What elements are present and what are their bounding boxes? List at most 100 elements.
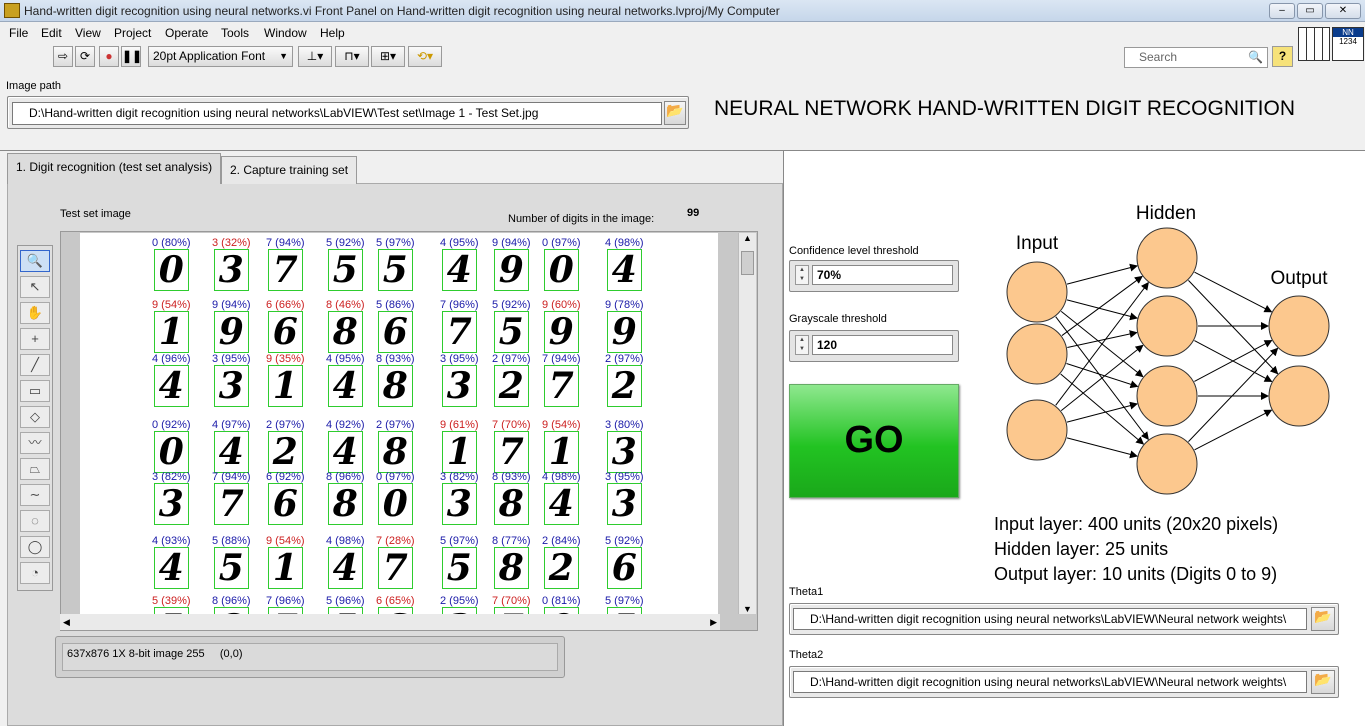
digit-detection: 4 (98%) 4 bbox=[605, 237, 644, 291]
prediction-label: 0 (97%) bbox=[542, 237, 581, 249]
digit-bounding-box: 2 bbox=[441, 607, 477, 614]
font-dropdown[interactable]: 20pt Application Font ▼ bbox=[148, 46, 293, 67]
rectangle-tool-icon[interactable]: ▭ bbox=[20, 380, 50, 402]
distribute-objects-button[interactable]: ⊓▾ bbox=[335, 46, 369, 67]
scroll-down-icon[interactable]: ▼ bbox=[739, 604, 756, 614]
prediction-label: 5 (88%) bbox=[212, 535, 251, 547]
labview-icon bbox=[4, 3, 20, 18]
theta2-browse-icon[interactable]: 📂 bbox=[1311, 670, 1335, 694]
run-continuously-button[interactable]: ⟳ bbox=[75, 46, 95, 67]
scroll-up-icon[interactable]: ▲ bbox=[739, 233, 756, 243]
digit-bounding-box: 3 bbox=[213, 249, 249, 291]
confidence-input[interactable]: 70% bbox=[812, 265, 953, 285]
abort-button[interactable]: ● bbox=[99, 46, 119, 67]
prediction-label: 5 (92%) bbox=[605, 535, 644, 547]
scroll-thumb[interactable] bbox=[741, 251, 754, 275]
reorder-button[interactable]: ⟲▾ bbox=[408, 46, 442, 67]
line-tool-icon[interactable]: ╱ bbox=[20, 354, 50, 376]
menu-view[interactable]: View bbox=[75, 26, 101, 40]
connection bbox=[1061, 275, 1143, 336]
align-objects-button[interactable]: ⊥▾ bbox=[298, 46, 332, 67]
digit-detection: 3 (95%) 3 bbox=[605, 471, 644, 525]
run-button[interactable]: ⇨ bbox=[53, 46, 73, 67]
prediction-label: 3 (95%) bbox=[440, 353, 479, 365]
prediction-label: 9 (60%) bbox=[542, 299, 581, 311]
image-path-input[interactable]: D:\Hand-written digit recognition using … bbox=[12, 102, 662, 125]
menu-edit[interactable]: Edit bbox=[41, 26, 62, 40]
prediction-label: 3 (95%) bbox=[605, 471, 644, 483]
menu-project[interactable]: Project bbox=[114, 26, 151, 40]
vertical-scrollbar[interactable]: ▲ ▼ bbox=[738, 233, 756, 614]
prediction-label: 2 (95%) bbox=[440, 595, 479, 607]
freehand-tool-icon[interactable]: ∼ bbox=[20, 484, 50, 506]
digit-detection: 7 (94%) 7 bbox=[212, 471, 251, 525]
scroll-left-icon[interactable]: ◀ bbox=[60, 617, 70, 627]
digit-bounding-box: 7 bbox=[543, 365, 579, 407]
menu-tools[interactable]: Tools bbox=[221, 26, 249, 40]
theta1-input[interactable]: D:\Hand-written digit recognition using … bbox=[793, 608, 1307, 630]
prediction-label: 5 (97%) bbox=[376, 237, 415, 249]
theta1-browse-icon[interactable]: 📂 bbox=[1311, 607, 1335, 631]
test-set-image[interactable]: 0 (80%) 0 3 (32%) 3 7 (94%) 7 5 (92%) 5 5 (97%) 5… bbox=[80, 233, 718, 614]
help-button[interactable]: ? bbox=[1272, 46, 1293, 67]
theta2-input[interactable]: D:\Hand-written digit recognition using … bbox=[793, 671, 1307, 693]
connection bbox=[1067, 330, 1138, 348]
menu-window[interactable]: Window bbox=[264, 26, 307, 40]
digit-bounding-box: 1 bbox=[267, 547, 303, 589]
menu-file[interactable]: File bbox=[9, 26, 28, 40]
browse-folder-icon[interactable]: 📂 bbox=[664, 101, 686, 125]
menu-help[interactable]: Help bbox=[320, 26, 345, 40]
digit-detection: 9 (54%) 1 bbox=[266, 535, 305, 589]
prediction-label: 3 (82%) bbox=[152, 471, 191, 483]
broken-annulus-tool-icon[interactable]: ◔ bbox=[20, 562, 50, 584]
menu-operate[interactable]: Operate bbox=[165, 26, 208, 40]
scroll-right-icon[interactable]: ▶ bbox=[710, 614, 717, 630]
digit-detection: 0 (97%) 0 bbox=[542, 237, 581, 291]
digit-bounding-box: 8 bbox=[493, 483, 529, 525]
digit-bounding-box: 7 bbox=[267, 607, 303, 614]
grayscale-input[interactable]: 120 bbox=[812, 335, 953, 355]
digit-bounding-box: 0 bbox=[153, 249, 189, 291]
digit-bounding-box: 5 bbox=[441, 547, 477, 589]
pause-button[interactable]: ❚❚ bbox=[121, 46, 142, 67]
prediction-label: 8 (96%) bbox=[212, 595, 251, 607]
pointer-tool-icon[interactable]: ↖ bbox=[20, 276, 50, 298]
digit-detection: 9 (54%) 1 bbox=[542, 419, 581, 473]
digit-detection: 9 (60%) 9 bbox=[542, 299, 581, 353]
prediction-label: 0 (81%) bbox=[542, 595, 581, 607]
go-button[interactable]: GO bbox=[789, 384, 959, 498]
polyline-tool-icon[interactable]: 〰 bbox=[20, 432, 50, 454]
digit-bounding-box: 8 bbox=[213, 607, 249, 614]
grayscale-control: ▲ ▼ 120 bbox=[789, 330, 959, 362]
digit-detection: 9 (94%) 9 bbox=[492, 237, 531, 291]
tab-capture-training-set[interactable]: 2. Capture training set bbox=[221, 156, 358, 184]
digit-bounding-box: 6 bbox=[377, 311, 413, 353]
image-path-label: Image path bbox=[6, 80, 62, 92]
polygon-tool-icon[interactable]: ⏢ bbox=[20, 458, 50, 480]
maximize-button[interactable]: ▭ bbox=[1297, 3, 1323, 19]
pan-tool-icon[interactable]: ✋ bbox=[20, 302, 50, 324]
horizontal-scrollbar[interactable]: ◀ ▶ bbox=[60, 614, 720, 630]
resize-objects-button[interactable]: ⊞▾ bbox=[371, 46, 405, 67]
confidence-spinner[interactable]: ▲ ▼ bbox=[795, 265, 809, 285]
crosshair-tool-icon[interactable]: + bbox=[20, 328, 50, 350]
annulus-tool-icon[interactable]: ◌ bbox=[20, 510, 50, 532]
digit-detection: 5 (92%) 5 bbox=[326, 237, 365, 291]
search-input[interactable]: Search 🔍 bbox=[1124, 47, 1268, 68]
digit-detection: 6 (65%)6 bbox=[376, 595, 415, 614]
zoom-tool-icon[interactable]: 🔍 bbox=[20, 250, 50, 272]
rotated-rectangle-tool-icon[interactable]: ◇ bbox=[20, 406, 50, 428]
digit-bounding-box: 1 bbox=[153, 311, 189, 353]
connection bbox=[1060, 344, 1144, 412]
digit-detection: 0 (81%)0 bbox=[542, 595, 581, 614]
prediction-label: 9 (94%) bbox=[492, 237, 531, 249]
prediction-label: 7 (70%) bbox=[492, 419, 531, 431]
digit-detection: 5 (39%)5 bbox=[152, 595, 191, 614]
tab-digit-recognition[interactable]: 1. Digit recognition (test set analysis) bbox=[7, 153, 222, 184]
oval-tool-icon[interactable]: ◯ bbox=[20, 536, 50, 558]
digit-detection: 4 (95%) 4 bbox=[440, 237, 479, 291]
minimize-button[interactable]: – bbox=[1269, 3, 1295, 19]
grayscale-spinner[interactable]: ▲ ▼ bbox=[795, 335, 809, 355]
digit-detection: 4 (97%) 4 bbox=[212, 419, 251, 473]
close-button[interactable]: ✕ bbox=[1325, 3, 1361, 19]
